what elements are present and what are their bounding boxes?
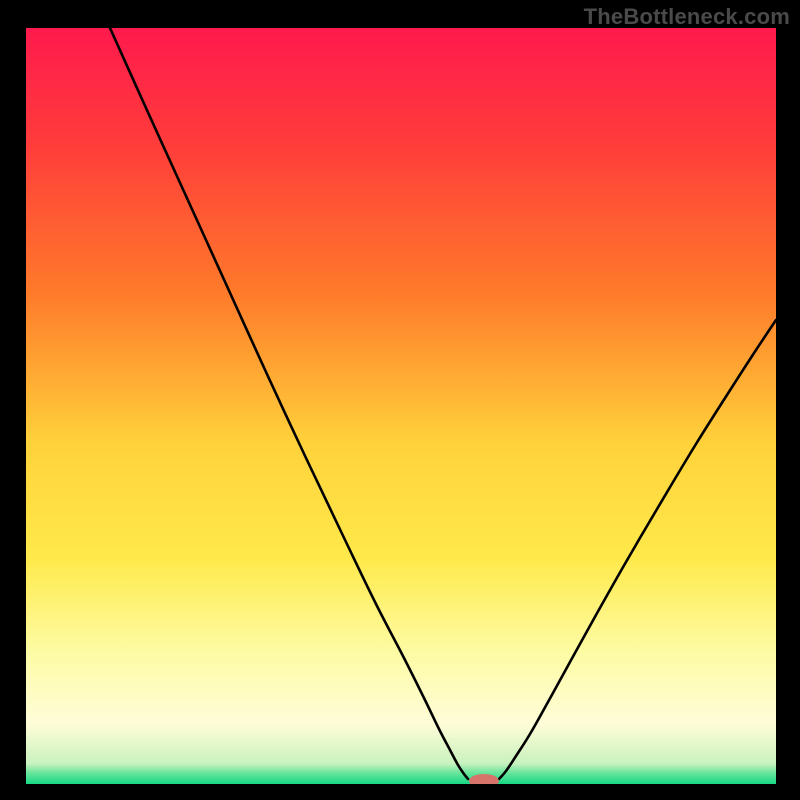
watermark-text: TheBottleneck.com — [584, 4, 790, 30]
chart-frame: TheBottleneck.com — [0, 0, 800, 800]
plot-background — [26, 28, 776, 784]
bottleneck-chart — [26, 28, 776, 784]
